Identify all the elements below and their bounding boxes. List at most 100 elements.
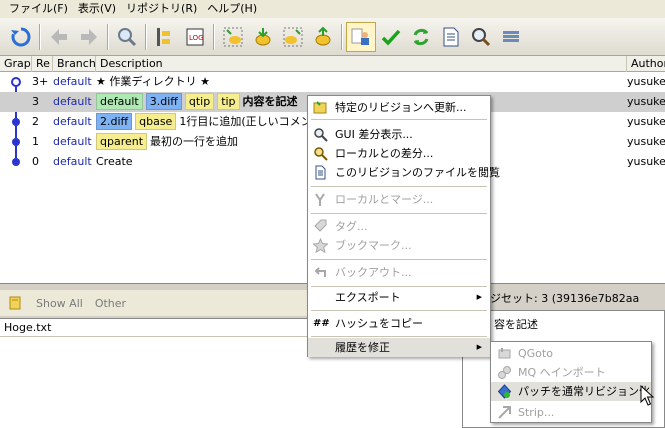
menu-label: GUI 差分表示... [335, 128, 413, 141]
column-headers: Grap Re Branch Description Author [0, 56, 665, 72]
menu-label: Strip... [518, 406, 555, 419]
menu-copy-hash[interactable]: ## ハッシュをコピー [308, 314, 490, 333]
refresh-icon[interactable] [6, 22, 36, 52]
revision-tag: qtip [184, 93, 215, 110]
filter-tree-icon[interactable] [150, 22, 180, 52]
header-branch[interactable]: Branch [53, 56, 96, 72]
menu-update-to-revision[interactable]: 特定のリビジョンへ更新... [308, 98, 490, 117]
back-arrow-icon[interactable] [44, 22, 74, 52]
recycle-icon[interactable] [406, 22, 436, 52]
menu-label: ローカルとマージ... [335, 193, 434, 206]
browse-file-icon [315, 165, 326, 180]
menu-finish-patch[interactable]: パッチを通常リビジョン化 [491, 382, 651, 401]
author-cell: yusuke [627, 115, 665, 128]
local-diff-icon [314, 147, 328, 161]
show-all-toggle[interactable]: Show All [36, 297, 83, 310]
rev-cell: 1 [32, 135, 39, 148]
menu-qgoto[interactable]: QGoto [491, 344, 651, 363]
toolbar-separator [39, 23, 41, 50]
branch-cell: default [53, 135, 92, 148]
menu-export[interactable]: エクスポート ▶ [308, 288, 490, 307]
other-toggle[interactable]: Other [95, 297, 126, 310]
menu-merge-with-local[interactable]: ローカルとマージ... [308, 190, 490, 209]
rev-cell: 3 [32, 95, 39, 108]
merge-icon [315, 193, 325, 206]
branch-cell: default [53, 115, 92, 128]
backout-icon [314, 267, 326, 277]
menu-gui-diff[interactable]: GUI 差分表示... [308, 125, 490, 144]
document-icon[interactable] [436, 22, 466, 52]
menu-separator [311, 186, 487, 187]
header-graph[interactable]: Grap [0, 56, 32, 72]
forward-arrow-icon[interactable] [74, 22, 104, 52]
menu-label: ハッシュをコピー [335, 317, 423, 330]
toolbar-separator [213, 23, 215, 50]
description-text: 最初の一行を追加 [150, 135, 239, 148]
push-icon[interactable] [308, 22, 338, 52]
menu-repository[interactable]: リポジトリ(R) [121, 0, 202, 18]
menu-diff-with-local[interactable]: ローカルとの差分... [308, 144, 490, 163]
description-cell: ★ 作業ディレクトリ ★ [96, 72, 626, 92]
menu-label: タグ... [335, 220, 368, 233]
magnify-doc-icon[interactable] [466, 22, 496, 52]
menu-label: エクスポート [335, 291, 401, 304]
description-text: Create [96, 155, 133, 168]
outgoing-icon[interactable] [278, 22, 308, 52]
pull-icon[interactable] [248, 22, 278, 52]
description-text: ★ 作業ディレクトリ ★ [96, 75, 210, 88]
author-cell: yusuke [627, 95, 665, 108]
description-text: 1行目に追加(正しいコメント [179, 115, 323, 128]
menu-tag[interactable]: タグ... [308, 217, 490, 236]
submenu-arrow-icon: ▶ [476, 343, 482, 351]
diff-icon [314, 128, 328, 142]
menu-label: MQ へインポート [518, 366, 606, 379]
branch-cell: default [53, 95, 92, 108]
check-icon[interactable] [376, 22, 406, 52]
qgoto-icon [498, 348, 511, 359]
menu-label: バックアウト... [335, 266, 412, 279]
rev-cell: 0 [32, 155, 39, 168]
search-icon[interactable] [112, 22, 142, 52]
submenu-arrow-icon: ▶ [476, 293, 482, 301]
branch-cell: default [53, 155, 92, 168]
table-row[interactable]: 3+ default ★ 作業ディレクトリ ★ yusuke [0, 72, 665, 92]
menu-help[interactable]: ヘルプ(H) [202, 0, 262, 18]
menu-browse-files[interactable]: このリビジョンのファイルを閲覧 [308, 163, 500, 182]
finish-patch-icon [497, 384, 512, 399]
menu-label: ローカルとの差分... [335, 147, 434, 160]
header-description[interactable]: Description [96, 56, 627, 72]
modify-history-submenu: QGoto MQ へインポート パッチを通常リビジョン化 Strip... [490, 341, 652, 423]
changeset-description: 容を記述 [494, 318, 538, 331]
toolbar-separator [107, 23, 109, 50]
user-icon[interactable] [346, 21, 376, 52]
stack-icon[interactable] [496, 22, 526, 52]
changeset-header: ェンジセット: 3 (39136e7b82aa [468, 292, 640, 305]
menu-backout[interactable]: バックアウト... [308, 263, 490, 282]
strip-icon [498, 406, 511, 419]
menu-mq-import[interactable]: MQ へインポート [491, 363, 651, 382]
bookmark-icon [313, 238, 328, 253]
menu-view[interactable]: 表示(V) [73, 0, 121, 18]
log-icon[interactable]: LOG [180, 22, 210, 52]
header-author[interactable]: Author [627, 56, 665, 72]
revision-tag: tip [217, 93, 240, 110]
incoming-icon[interactable] [218, 22, 248, 52]
menu-modify-history[interactable]: 履歴を修正 ▶ [308, 338, 490, 357]
menu-separator [311, 119, 487, 120]
header-rev[interactable]: Re [32, 56, 53, 72]
hash-icon: ## [313, 318, 330, 329]
mouse-pointer-icon [640, 385, 654, 406]
revision-tag: default [96, 93, 143, 110]
menu-separator [311, 213, 487, 214]
description-text: 内容を記述 [242, 95, 298, 108]
menu-label: QGoto [518, 347, 553, 360]
menu-label: このリビジョンのファイルを閲覧 [335, 166, 500, 179]
file-item[interactable]: Hoge.txt [4, 321, 51, 334]
menu-strip[interactable]: Strip... [491, 403, 651, 422]
author-cell: yusuke [627, 75, 665, 88]
tag-icon [314, 219, 327, 232]
file-filter-icon[interactable] [8, 295, 24, 311]
menu-bookmark[interactable]: ブックマーク... [308, 236, 490, 255]
rev-cell: 3+ [32, 75, 49, 88]
menu-file[interactable]: ファイル(F) [4, 0, 73, 18]
